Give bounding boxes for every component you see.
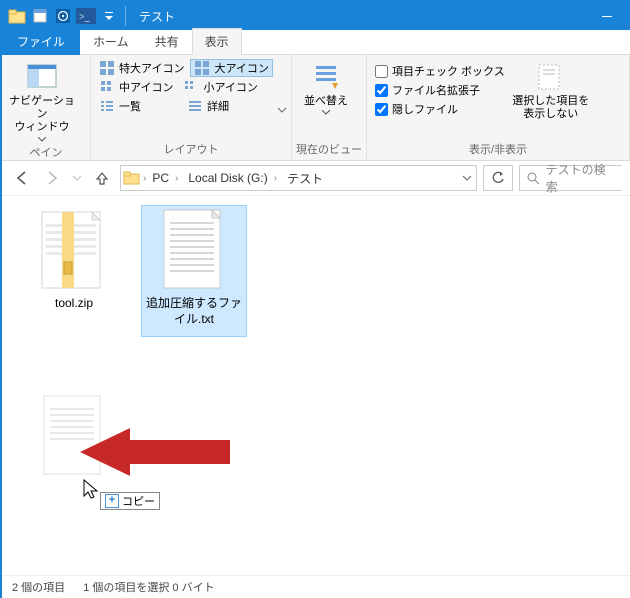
breadcrumb-bar[interactable]: › PC› Local Disk (G:)› テスト bbox=[120, 165, 477, 191]
chevron-right-icon[interactable]: › bbox=[143, 173, 146, 184]
list-icon bbox=[99, 98, 115, 114]
tab-file[interactable]: ファイル bbox=[2, 28, 80, 55]
file-name: tool.zip bbox=[22, 296, 126, 312]
tab-separator bbox=[121, 5, 131, 27]
search-box[interactable]: テストの検索 bbox=[519, 165, 622, 191]
tab-home[interactable]: ホーム bbox=[80, 28, 142, 55]
quick-access-toolbar: >_ bbox=[2, 5, 131, 27]
hide-selected-label: 選択した項目を 表示しない bbox=[512, 95, 589, 121]
check-hidden-files[interactable]: 隠しファイル bbox=[373, 100, 507, 118]
cursor-icon bbox=[82, 478, 102, 500]
window-title: テスト bbox=[139, 8, 175, 25]
checkbox[interactable] bbox=[375, 65, 388, 78]
details-icon bbox=[187, 98, 203, 114]
hide-icon bbox=[535, 61, 567, 93]
group-show-hide: 項目チェック ボックス ファイル名拡張子 隠しファイル 選択した項目を 表示しな… bbox=[367, 55, 630, 160]
status-count: 2 個の項目 bbox=[12, 579, 65, 595]
text-file-icon bbox=[154, 206, 234, 294]
check-file-ext[interactable]: ファイル名拡張子 bbox=[373, 81, 507, 99]
crumb-folder[interactable]: テスト bbox=[283, 170, 327, 187]
tab-view[interactable]: 表示 bbox=[192, 28, 242, 55]
file-list[interactable]: tool.zip 追加圧縮するファイル.txt + コピー bbox=[2, 196, 630, 576]
qat-btn-2[interactable] bbox=[52, 5, 74, 27]
search-placeholder: テストの検索 bbox=[546, 161, 616, 195]
ribbon-tabs: ファイル ホーム 共有 表示 bbox=[2, 30, 630, 55]
folder-icon bbox=[123, 170, 141, 186]
layout-xl[interactable]: 特大アイコン bbox=[95, 59, 188, 77]
grid-tiny-icon bbox=[183, 79, 199, 95]
group-current-view: 並べ替え 現在のビュー bbox=[292, 55, 367, 160]
folder-icon bbox=[6, 5, 28, 27]
svg-text:>_: >_ bbox=[79, 12, 91, 23]
ribbon: ナビゲーション ウィンドウ ペイン 特大アイコン 大アイコン 中アイコン 小アイ… bbox=[2, 55, 630, 161]
copy-label: コピー bbox=[122, 493, 155, 509]
grid-icon bbox=[99, 60, 115, 76]
status-bar: 2 個の項目 1 個の項目を選択 0 バイト bbox=[2, 575, 630, 598]
status-selection: 1 個の項目を選択 0 バイト bbox=[83, 579, 214, 595]
layout-s[interactable]: 小アイコン bbox=[179, 78, 261, 96]
navigation-pane-button[interactable]: ナビゲーション ウィンドウ bbox=[8, 59, 76, 142]
checkbox[interactable] bbox=[375, 84, 388, 97]
minimize-button[interactable] bbox=[584, 2, 630, 30]
qat-btn-3[interactable]: >_ bbox=[75, 5, 97, 27]
crumb-disk[interactable]: Local Disk (G:)› bbox=[184, 171, 281, 185]
tab-share[interactable]: 共有 bbox=[142, 28, 192, 55]
layout-m[interactable]: 中アイコン bbox=[95, 78, 177, 96]
navigation-pane-icon bbox=[26, 61, 58, 93]
title-bar: >_ テスト bbox=[2, 2, 630, 30]
group-pane: ナビゲーション ウィンドウ ペイン bbox=[2, 55, 91, 160]
layout-more-icon[interactable] bbox=[277, 105, 287, 115]
group-pane-label: ペイン bbox=[2, 142, 90, 163]
checkbox[interactable] bbox=[375, 103, 388, 116]
group-layout: 特大アイコン 大アイコン 中アイコン 小アイコン 一覧 詳細 レイアウト bbox=[91, 55, 292, 160]
layout-list[interactable]: 一覧 bbox=[95, 97, 181, 115]
qat-btn-1[interactable] bbox=[29, 5, 51, 27]
text-file-icon bbox=[34, 392, 114, 480]
sort-button[interactable]: 並べ替え bbox=[298, 59, 354, 139]
layout-detail[interactable]: 詳細 bbox=[183, 97, 233, 115]
group-show-label: 表示/非表示 bbox=[367, 139, 629, 160]
grid-small-icon bbox=[99, 79, 115, 95]
back-button[interactable] bbox=[10, 166, 34, 190]
recent-dropdown[interactable] bbox=[70, 166, 84, 190]
search-icon bbox=[526, 171, 540, 185]
file-item-txt[interactable]: 追加圧縮するファイル.txt bbox=[142, 206, 246, 336]
refresh-button[interactable] bbox=[483, 165, 513, 191]
hide-selected-button[interactable]: 選択した項目を 表示しない bbox=[511, 59, 591, 139]
grid-icon bbox=[194, 60, 210, 76]
chevron-down-icon bbox=[322, 110, 330, 115]
sort-icon bbox=[310, 61, 342, 93]
group-view-label: 現在のビュー bbox=[292, 139, 366, 160]
group-layout-label: レイアウト bbox=[91, 139, 291, 160]
chevron-down-icon[interactable] bbox=[460, 171, 474, 185]
drag-tooltip: + コピー bbox=[100, 492, 160, 510]
check-item-checkboxes[interactable]: 項目チェック ボックス bbox=[373, 62, 507, 80]
layout-l[interactable]: 大アイコン bbox=[190, 59, 272, 77]
file-name: 追加圧縮するファイル.txt bbox=[142, 296, 246, 327]
zip-file-icon bbox=[34, 206, 114, 294]
up-button[interactable] bbox=[90, 166, 114, 190]
address-bar: › PC› Local Disk (G:)› テスト テストの検索 bbox=[2, 161, 630, 196]
file-item-zip[interactable]: tool.zip bbox=[22, 206, 126, 312]
forward-button[interactable] bbox=[40, 166, 64, 190]
crumb-pc[interactable]: PC› bbox=[148, 171, 182, 185]
sort-label: 並べ替え bbox=[304, 95, 348, 108]
qat-dropdown-icon[interactable] bbox=[98, 5, 120, 27]
navigation-pane-label: ナビゲーション ウィンドウ bbox=[8, 95, 76, 135]
plus-icon: + bbox=[105, 494, 119, 508]
